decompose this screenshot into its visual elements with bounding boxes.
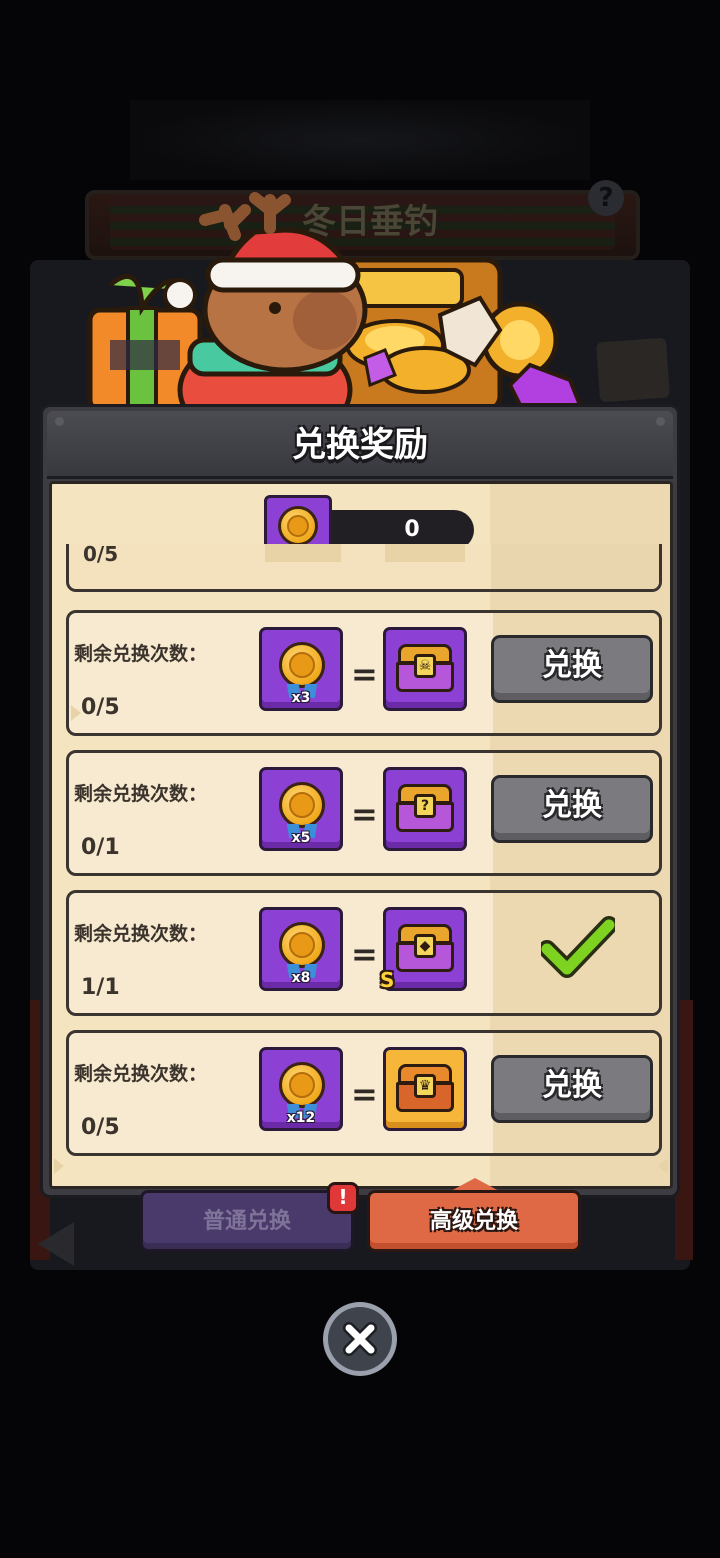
gem-lock-icon: ◆ [414, 934, 436, 958]
close-icon [343, 1322, 377, 1356]
panel-deco-left [54, 1158, 64, 1174]
remaining-label: 剩余兑换次数： [74, 1063, 208, 1085]
list-item: 剩余兑换次数： 0/1 x5 = ? 兑换 [66, 750, 662, 876]
coin-graphic [279, 1062, 325, 1108]
equals-sign: = [351, 795, 378, 833]
modal-title: 兑换奖励 [292, 425, 428, 465]
cost-quantity: x3 [291, 690, 311, 706]
remaining-label: 剩余兑换次数： [74, 783, 208, 805]
background-top-art [130, 100, 590, 180]
list-item: 剩余兑换次数： 1/1 x8 = ◆ S [66, 890, 662, 1016]
grade-tag: S [380, 968, 395, 992]
cost-quantity: x8 [291, 970, 311, 986]
book-icon [595, 337, 671, 403]
coin-graphic [279, 922, 325, 968]
header-corner-dot [55, 417, 64, 426]
chest-icon: ☠ [383, 627, 467, 711]
coin-inner [289, 1072, 315, 1098]
cost-quantity: x5 [291, 830, 311, 846]
coin-inner [289, 932, 315, 958]
coin-graphic [279, 642, 325, 688]
chest-icon: ♛ [383, 1047, 467, 1131]
list-item-partial: 0/5 [66, 544, 662, 592]
fish-coin-icon: x8 [259, 907, 343, 991]
remaining-label: 剩余兑换次数： [74, 923, 208, 945]
reward-slot-partial [385, 544, 465, 562]
coin-graphic [278, 506, 318, 546]
background-prev-arrow-icon [38, 1222, 74, 1266]
list-item: 剩余兑换次数： 0/5 x3 = ☠ 兑换 [66, 610, 662, 736]
remaining-count: 0/1 [81, 835, 120, 860]
remaining-count: 0/5 [81, 695, 120, 720]
coin-inner [289, 792, 315, 818]
list-item: 剩余兑换次数： 0/5 x12 = ♛ 兑换 [66, 1030, 662, 1156]
panel-deco-right [658, 1158, 668, 1174]
exchange-list-panel[interactable]: 0 0/5 剩余兑换次数： 0/5 x3 = ☠ 兑换 剩余兑换次数： 0/1 … [49, 481, 673, 1189]
remaining-count: 0/5 [81, 1115, 120, 1140]
tab-normal-exchange[interactable]: 普通兑换 [140, 1190, 354, 1252]
remaining-count: 1/1 [81, 975, 120, 1000]
close-button[interactable] [323, 1302, 397, 1376]
remaining-label: 剩余兑换次数： [74, 643, 208, 665]
coin-graphic [279, 782, 325, 828]
trophy-lock-icon: ♛ [414, 1074, 436, 1098]
coin-inner [287, 515, 309, 537]
exchange-button[interactable]: 兑换 [491, 635, 653, 703]
alert-icon: ! [327, 1182, 359, 1214]
skull-lock-icon: ☠ [414, 654, 436, 678]
fish-coin-icon: x12 [259, 1047, 343, 1131]
coin-inner [289, 652, 315, 678]
equals-sign: = [351, 1075, 378, 1113]
exchange-button[interactable]: 兑换 [491, 1055, 653, 1123]
fish-coin-icon: x5 [259, 767, 343, 851]
tab-advanced-exchange[interactable]: 高级兑换 [367, 1190, 581, 1252]
exchange-button[interactable]: 兑换 [491, 775, 653, 843]
row-shade [491, 544, 659, 589]
chest-icon: ◆ S [380, 907, 467, 992]
modal-header: 兑换奖励 [47, 411, 673, 479]
cost-slot-partial [265, 544, 341, 562]
chest-icon: ? [383, 767, 467, 851]
mystery-lock-icon: ? [414, 794, 436, 818]
remaining-count: 0/5 [83, 544, 119, 566]
equals-sign: = [351, 655, 378, 693]
row-deco-left [71, 705, 81, 721]
exchange-reward-modal: 兑换奖励 0 0/5 剩余兑换次数： 0/5 x3 = ☠ 兑换 剩余兑换次数：… [40, 404, 680, 1198]
capybara-treasure-art [87, 192, 583, 420]
header-corner-dot [656, 417, 665, 426]
fish-coin-icon: x3 [259, 627, 343, 711]
close-button-inner [328, 1307, 392, 1371]
equals-sign: = [351, 935, 378, 973]
cost-quantity: x12 [286, 1110, 316, 1126]
check-icon [541, 916, 615, 978]
